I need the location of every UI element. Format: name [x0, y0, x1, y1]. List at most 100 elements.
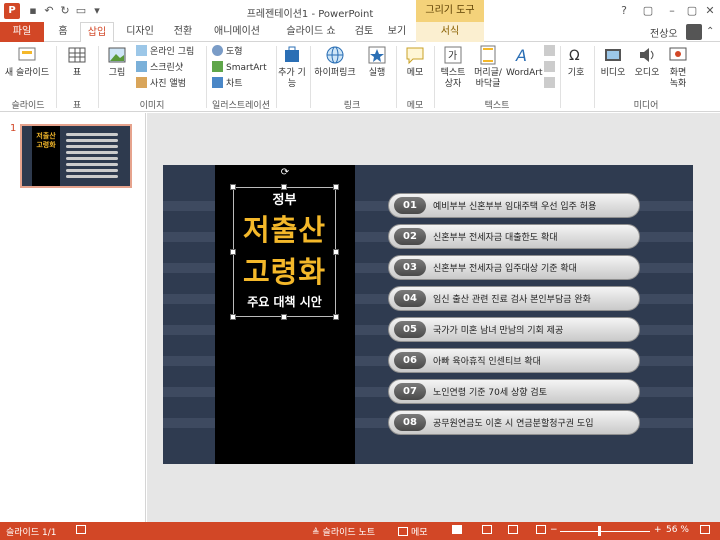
policy-item: 06 아빠 육아휴직 인센티브 확대 — [388, 348, 640, 373]
table-label: 표 — [72, 68, 82, 78]
addins-button[interactable]: 추가 기능 — [278, 44, 306, 90]
screenshot-button[interactable]: 스크린샷 — [136, 61, 183, 75]
tab-view[interactable]: 보기 — [382, 22, 412, 42]
symbol-button[interactable]: Ω 기호 — [562, 44, 590, 79]
slide-canvas[interactable]: ⟳ 정부 저출산 고령화 주요 대책 시안 01 예비부부 신혼부부 임대주택 … — [163, 165, 693, 464]
screen-record-icon — [669, 47, 687, 61]
new-slide-button[interactable]: 새 슬라이드 — [2, 44, 52, 79]
reading-view-glyph — [508, 525, 518, 534]
tab-home[interactable]: 홈 — [52, 22, 74, 42]
slide-gov-label: 정부 — [272, 193, 297, 208]
screen-record-button[interactable]: 화면 녹화 — [664, 44, 692, 90]
tab-design[interactable]: 디자인 — [118, 22, 162, 42]
wordart-label: WordArt — [506, 68, 543, 78]
policy-number: 05 — [394, 321, 426, 338]
minimize-button[interactable]: – — [662, 3, 682, 19]
textbox-icon: 가 — [444, 46, 462, 64]
wordart-button[interactable]: A WordArt — [506, 44, 543, 79]
resize-handle[interactable] — [333, 314, 339, 320]
group-images-label: 이미지 — [139, 101, 165, 111]
tab-review[interactable]: 검토 — [350, 22, 378, 42]
maximize-button[interactable]: ▢ — [682, 3, 702, 19]
header-footer-icon — [480, 45, 496, 65]
thumbnail-pill — [66, 157, 118, 160]
policy-number: 08 — [394, 414, 426, 431]
tab-transitions[interactable]: 전환 — [166, 22, 200, 42]
slide-title-line-2: 고령화 — [242, 255, 327, 289]
thumbnail-title-line-1: 저출산 — [36, 132, 56, 140]
rotate-handle-icon[interactable]: ⟳ — [280, 168, 290, 178]
comment-icon — [406, 47, 424, 65]
zoom-slider[interactable] — [560, 531, 650, 532]
thumbnail-pill — [66, 151, 118, 154]
spellcheck-glyph — [76, 525, 86, 534]
zoom-slider-thumb[interactable] — [598, 526, 601, 536]
text-extra-1-icon[interactable] — [544, 45, 558, 59]
textbox-label-2: 상자 — [444, 79, 462, 89]
close-button[interactable]: ✕ — [700, 3, 720, 19]
header-footer-button[interactable]: 머리글/ 바닥글 — [470, 44, 506, 90]
tab-file[interactable]: 파일 — [0, 22, 44, 42]
tab-slideshow[interactable]: 슬라이드 쇼 — [276, 22, 346, 42]
photo-album-button[interactable]: 사진 앨범 — [136, 77, 186, 91]
omega-icon: Ω — [569, 48, 580, 64]
window-title: 프레젠테이션1 - PowerPoint — [246, 9, 374, 20]
thumbnail-pill — [66, 133, 118, 136]
user-account[interactable]: 전상오 — [650, 25, 678, 40]
slide-thumbnail[interactable]: 저출산 고령화 — [20, 124, 132, 188]
new-slide-icon — [18, 47, 36, 61]
tab-insert[interactable]: 삽입 — [80, 22, 114, 43]
group-slides-label: 슬라이드 — [11, 101, 45, 111]
smartart-button[interactable]: SmartArt — [212, 61, 267, 75]
text-extra-2-icon[interactable] — [544, 61, 558, 75]
textbox-button[interactable]: 가 텍스트 상자 — [436, 44, 470, 90]
tab-animations[interactable]: 애니메이션 — [204, 22, 270, 42]
notes-button[interactable]: ≜ 슬라이드 노트 — [312, 525, 375, 538]
comment-button[interactable]: 메모 — [400, 44, 430, 79]
policy-text: 임신 출산 관련 진료 검사 본인부담금 완화 — [433, 295, 591, 305]
collapse-ribbon-icon[interactable]: ⌃ — [706, 26, 714, 37]
hyperlink-button[interactable]: 하이퍼링크 — [312, 44, 358, 79]
help-icon[interactable]: ? — [614, 3, 634, 19]
normal-view-icon[interactable] — [452, 525, 465, 536]
resize-handle[interactable] — [230, 314, 236, 320]
resize-handle[interactable] — [281, 314, 287, 320]
ribbon-display-icon[interactable]: ▢ — [638, 3, 658, 19]
comments-button[interactable]: 메모 — [398, 525, 428, 538]
zoom-out-button[interactable]: − — [550, 525, 558, 535]
divider — [206, 46, 207, 108]
slideshow-icon[interactable] — [536, 525, 549, 536]
comments-label: 메모 — [411, 528, 428, 538]
photo-album-label: 사진 앨범 — [150, 79, 186, 89]
zoom-level[interactable]: 56 % — [666, 525, 689, 535]
video-button[interactable]: 비디오 — [596, 44, 630, 79]
tab-format[interactable]: 서식 — [416, 22, 484, 42]
audio-button[interactable]: 오디오 — [630, 44, 664, 79]
slide-sorter-icon[interactable] — [482, 525, 495, 536]
record-label-2: 녹화 — [669, 79, 687, 89]
slideshow-glyph — [536, 525, 546, 534]
divider — [594, 46, 595, 108]
policy-text: 예비부부 신혼부부 임대주택 우선 입주 허용 — [433, 202, 597, 212]
avatar[interactable] — [686, 24, 702, 40]
picture-label: 그림 — [108, 68, 126, 78]
picture-button[interactable]: 그림 — [102, 44, 132, 79]
text-extra-3-icon[interactable] — [544, 77, 558, 91]
fit-to-window-icon[interactable] — [700, 525, 713, 536]
thumbnail-title-line-2: 고령화 — [36, 141, 56, 149]
policy-text: 공무원연금도 이혼 시 연금분할청구권 도입 — [433, 419, 594, 429]
online-picture-button[interactable]: 온라인 그림 — [136, 45, 194, 59]
shapes-button[interactable]: 도형 — [212, 45, 243, 59]
zoom-in-button[interactable]: + — [654, 525, 662, 535]
symbol-label: 기호 — [567, 68, 585, 78]
policy-number: 06 — [394, 352, 426, 369]
thumbnail-pill — [66, 163, 118, 166]
policy-item: 03 신혼부부 전세자금 입주대상 기준 확대 — [388, 255, 640, 280]
spellcheck-icon[interactable] — [76, 525, 89, 536]
reading-view-icon[interactable] — [508, 525, 521, 536]
action-button[interactable]: 실행 — [362, 44, 392, 79]
divider — [276, 46, 277, 108]
chart-button[interactable]: 차트 — [212, 77, 243, 91]
table-button[interactable]: 표 — [60, 44, 94, 79]
group-illustrations-label: 일러스트레이션 — [212, 101, 270, 111]
